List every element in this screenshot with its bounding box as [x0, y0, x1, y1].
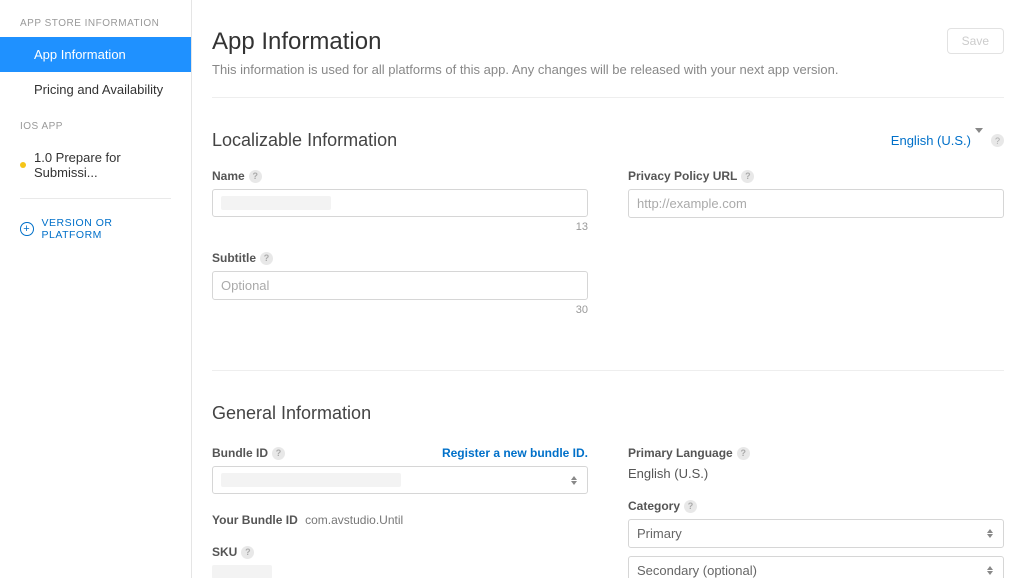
sidebar-item-label: App Information	[34, 47, 126, 62]
primary-language-value: English (U.S.)	[628, 466, 1004, 481]
help-icon[interactable]: ?	[737, 447, 750, 460]
help-icon[interactable]: ?	[741, 170, 754, 183]
sku-value	[212, 565, 272, 578]
sidebar-item-label: 1.0 Prepare for Submissi...	[34, 150, 121, 180]
your-bundle-id-value: com.avstudio.Until	[305, 513, 403, 527]
redacted-value	[221, 473, 401, 487]
sidebar-item-pricing[interactable]: Pricing and Availability	[0, 72, 191, 107]
help-icon[interactable]: ?	[684, 500, 697, 513]
chevron-up-down-icon	[569, 476, 579, 485]
help-icon[interactable]: ?	[241, 546, 254, 559]
category-primary-select[interactable]: Primary	[628, 519, 1004, 548]
privacy-url-input[interactable]	[628, 189, 1004, 218]
page-title: App Information	[212, 28, 381, 56]
locale-selector[interactable]: English (U.S.) ?	[891, 133, 1004, 148]
locale-label: English (U.S.)	[891, 133, 971, 148]
your-bundle-id-label: Your Bundle ID com.avstudio.Until	[212, 513, 403, 527]
sku-label: SKU ?	[212, 545, 588, 559]
sidebar-item-app-information[interactable]: App Information	[0, 37, 191, 72]
save-button[interactable]: Save	[947, 28, 1004, 54]
register-bundle-id-link[interactable]: Register a new bundle ID.	[442, 446, 588, 460]
sidebar-divider	[20, 198, 171, 199]
bundle-id-select[interactable]	[212, 466, 588, 494]
sidebar-item-version-1-0[interactable]: 1.0 Prepare for Submissi...	[0, 140, 191, 190]
help-icon[interactable]: ?	[249, 170, 262, 183]
sidebar-section-iosapp: IOS APP	[0, 107, 191, 140]
chevron-down-icon	[975, 133, 983, 148]
primary-language-label: Primary Language ?	[628, 446, 1004, 460]
privacy-url-label: Privacy Policy URL ?	[628, 169, 1004, 183]
subtitle-label: Subtitle ?	[212, 251, 588, 265]
add-platform-label: VERSION OR PLATFORM	[42, 217, 171, 241]
subtitle-char-count: 30	[212, 304, 588, 316]
select-value: Secondary (optional)	[637, 563, 757, 578]
sidebar-item-label: Pricing and Availability	[34, 82, 163, 97]
chevron-up-down-icon	[985, 529, 995, 538]
section-title-localizable: Localizable Information	[212, 130, 397, 151]
name-char-count: 13	[212, 221, 588, 233]
section-title-general: General Information	[212, 403, 371, 424]
bundle-id-label: Bundle ID ?	[212, 446, 285, 460]
select-value: Primary	[637, 526, 682, 541]
name-input[interactable]	[212, 189, 588, 217]
subtitle-input[interactable]	[212, 271, 588, 300]
name-label: Name ?	[212, 169, 588, 183]
sidebar: APP STORE INFORMATION App Information Pr…	[0, 0, 192, 578]
help-icon[interactable]: ?	[272, 447, 285, 460]
help-icon[interactable]: ?	[260, 252, 273, 265]
sidebar-section-appstore: APP STORE INFORMATION	[0, 4, 191, 37]
divider	[212, 370, 1004, 371]
redacted-value	[221, 196, 331, 210]
status-dot-icon	[20, 162, 26, 168]
add-version-or-platform[interactable]: + VERSION OR PLATFORM	[0, 207, 191, 251]
page-subtitle: This information is used for all platfor…	[212, 62, 1004, 77]
chevron-up-down-icon	[985, 566, 995, 575]
divider	[212, 97, 1004, 98]
plus-circle-icon: +	[20, 222, 34, 236]
main-content: App Information Save This information is…	[192, 0, 1024, 578]
category-label: Category ?	[628, 499, 1004, 513]
category-secondary-select[interactable]: Secondary (optional)	[628, 556, 1004, 578]
help-icon[interactable]: ?	[991, 134, 1004, 147]
